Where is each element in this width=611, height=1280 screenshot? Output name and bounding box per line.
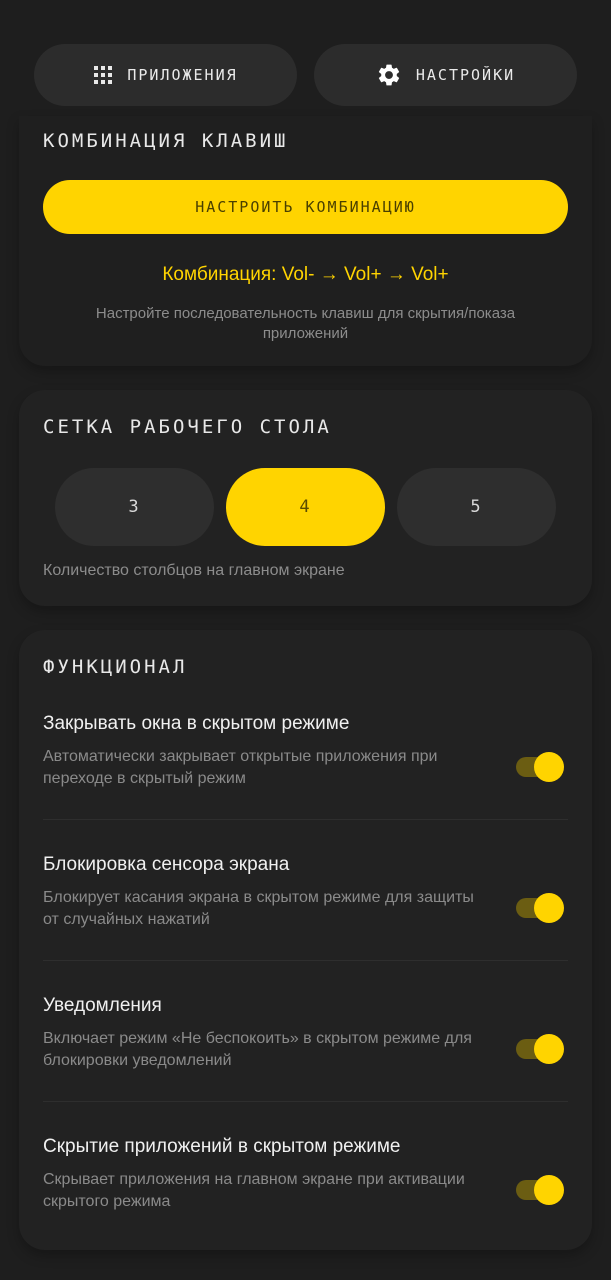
features-card: ФУНКЦИОНАЛ Закрывать окна в скрытом режи…	[19, 630, 592, 1250]
divider	[43, 960, 568, 961]
shortcut-title: КОМБИНАЦИЯ КЛАВИШ	[43, 130, 289, 152]
settings-button-label: НАСТРОЙКИ	[415, 66, 516, 84]
shortcut-card: КОМБИНАЦИЯ КЛАВИШ НАСТРОИТЬ КОМБИНАЦИЮ К…	[19, 116, 592, 366]
close-windows-toggle[interactable]	[516, 752, 564, 782]
grid-description: Количество столбцов на главном экране	[43, 562, 345, 579]
feature-title: Блокировка сенсора экрана	[43, 854, 290, 875]
top-nav: ПРИЛОЖЕНИЯ НАСТРОЙКИ	[34, 44, 577, 106]
feature-close-windows: Закрывать окна в скрытом режиме Автомати…	[43, 712, 568, 790]
hide-apps-toggle[interactable]	[516, 1175, 564, 1205]
divider	[43, 819, 568, 820]
apps-button-label: ПРИЛОЖЕНИЯ	[127, 66, 238, 84]
shortcut-hint: Настройте последовательность клавиш для …	[95, 305, 516, 342]
feature-description: Включает режим «Не беспокоить» в скрытом…	[43, 1030, 472, 1069]
toggle-thumb	[534, 1175, 564, 1205]
feature-notifications: Уведомления Включает режим «Не беспокоит…	[43, 994, 568, 1072]
grid-option-5[interactable]: 5	[397, 468, 556, 546]
feature-title: Закрывать окна в скрытом режиме	[43, 713, 350, 734]
notifications-toggle[interactable]	[516, 1034, 564, 1064]
grid-title: СЕТКА РАБОЧЕГО СТОЛА	[43, 416, 332, 438]
grid-option-4[interactable]: 4	[226, 468, 385, 546]
feature-hide-apps: Скрытие приложений в скрытом режиме Скры…	[43, 1135, 568, 1213]
features-title: ФУНКЦИОНАЛ	[43, 656, 188, 678]
touch-lock-toggle[interactable]	[516, 893, 564, 923]
feature-title: Скрытие приложений в скрытом режиме	[43, 1136, 401, 1157]
settings-button[interactable]: НАСТРОЙКИ	[314, 44, 577, 106]
divider	[43, 1101, 568, 1102]
toggle-thumb	[534, 752, 564, 782]
toggle-thumb	[534, 893, 564, 923]
grid-option-3[interactable]: 3	[55, 468, 214, 546]
gear-icon	[376, 62, 402, 88]
feature-description: Автоматически закрывает открытые приложе…	[43, 748, 438, 787]
feature-description: Скрывает приложения на главном экране пр…	[43, 1171, 465, 1210]
combination-value: Комбинация: Vol- → Vol+ → Vol+	[162, 264, 449, 285]
toggle-thumb	[534, 1034, 564, 1064]
feature-description: Блокирует касания экрана в скрытом режим…	[43, 889, 474, 928]
apps-button[interactable]: ПРИЛОЖЕНИЯ	[34, 44, 297, 106]
feature-touch-lock: Блокировка сенсора экрана Блокирует каса…	[43, 853, 568, 931]
grid-dots-icon	[93, 65, 113, 85]
feature-title: Уведомления	[43, 995, 162, 1016]
desktop-grid-card: СЕТКА РАБОЧЕГО СТОЛА 3 4 5 Количество ст…	[19, 390, 592, 606]
setup-combination-button[interactable]: НАСТРОИТЬ КОМБИНАЦИЮ	[43, 180, 568, 234]
grid-options: 3 4 5	[55, 468, 556, 546]
